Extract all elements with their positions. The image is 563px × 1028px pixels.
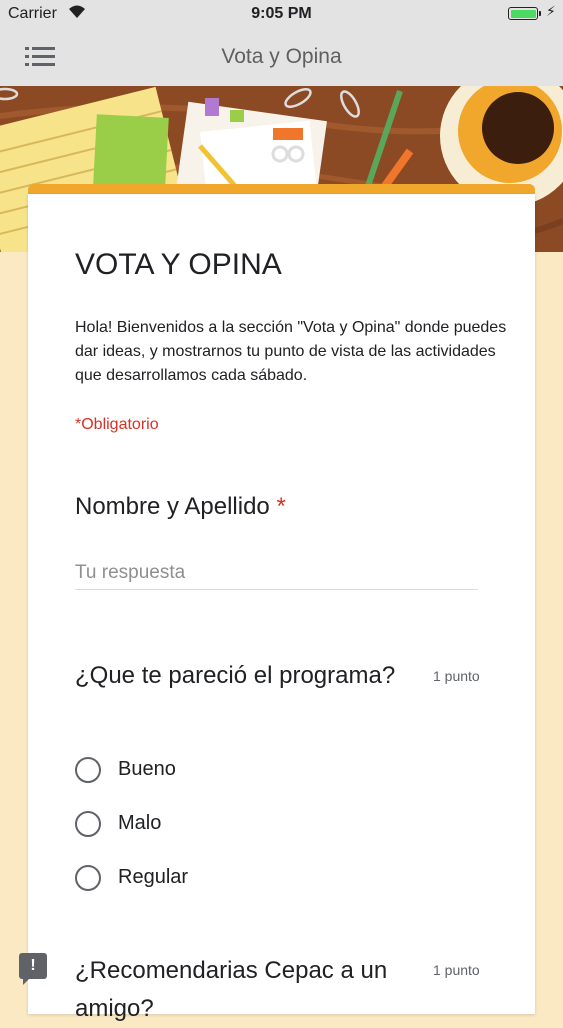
question-name-title: Nombre y Apellido * [75,493,286,520]
form-title: VOTA Y OPINA [75,248,282,281]
charging-bolt-icon: ⚡ [546,3,556,19]
radio-label: Regular [118,866,189,888]
required-asterisk: * [276,493,286,520]
question-recommend-title: ¿Recomendarias Cepac a un amigo? [75,957,388,1022]
name-answer-input[interactable] [75,557,478,590]
status-bar: Carrier 9:05 PM ⚡ [0,0,563,30]
required-note: *Obligatorio [75,416,159,433]
form-description: Hola! Bienvenidos a la sección "Vota y O… [75,319,507,384]
status-time: 9:05 PM [251,5,312,22]
radio-label: Bueno [118,758,176,780]
radio-circle-icon[interactable] [75,757,101,783]
battery-icon [508,7,538,20]
feedback-icon[interactable]: ! [19,953,47,985]
nav-bar: Vota y Opina [0,30,563,86]
radio-circle-icon[interactable] [75,865,101,891]
radio-label: Malo [118,812,162,834]
radio-circle-icon[interactable] [75,811,101,837]
question-points: 1 punto [433,668,480,684]
question-program-title: ¿Que te pareció el programa? [75,662,396,689]
nav-title: Vota y Opina [221,45,342,68]
question-points: 1 punto [433,962,480,978]
